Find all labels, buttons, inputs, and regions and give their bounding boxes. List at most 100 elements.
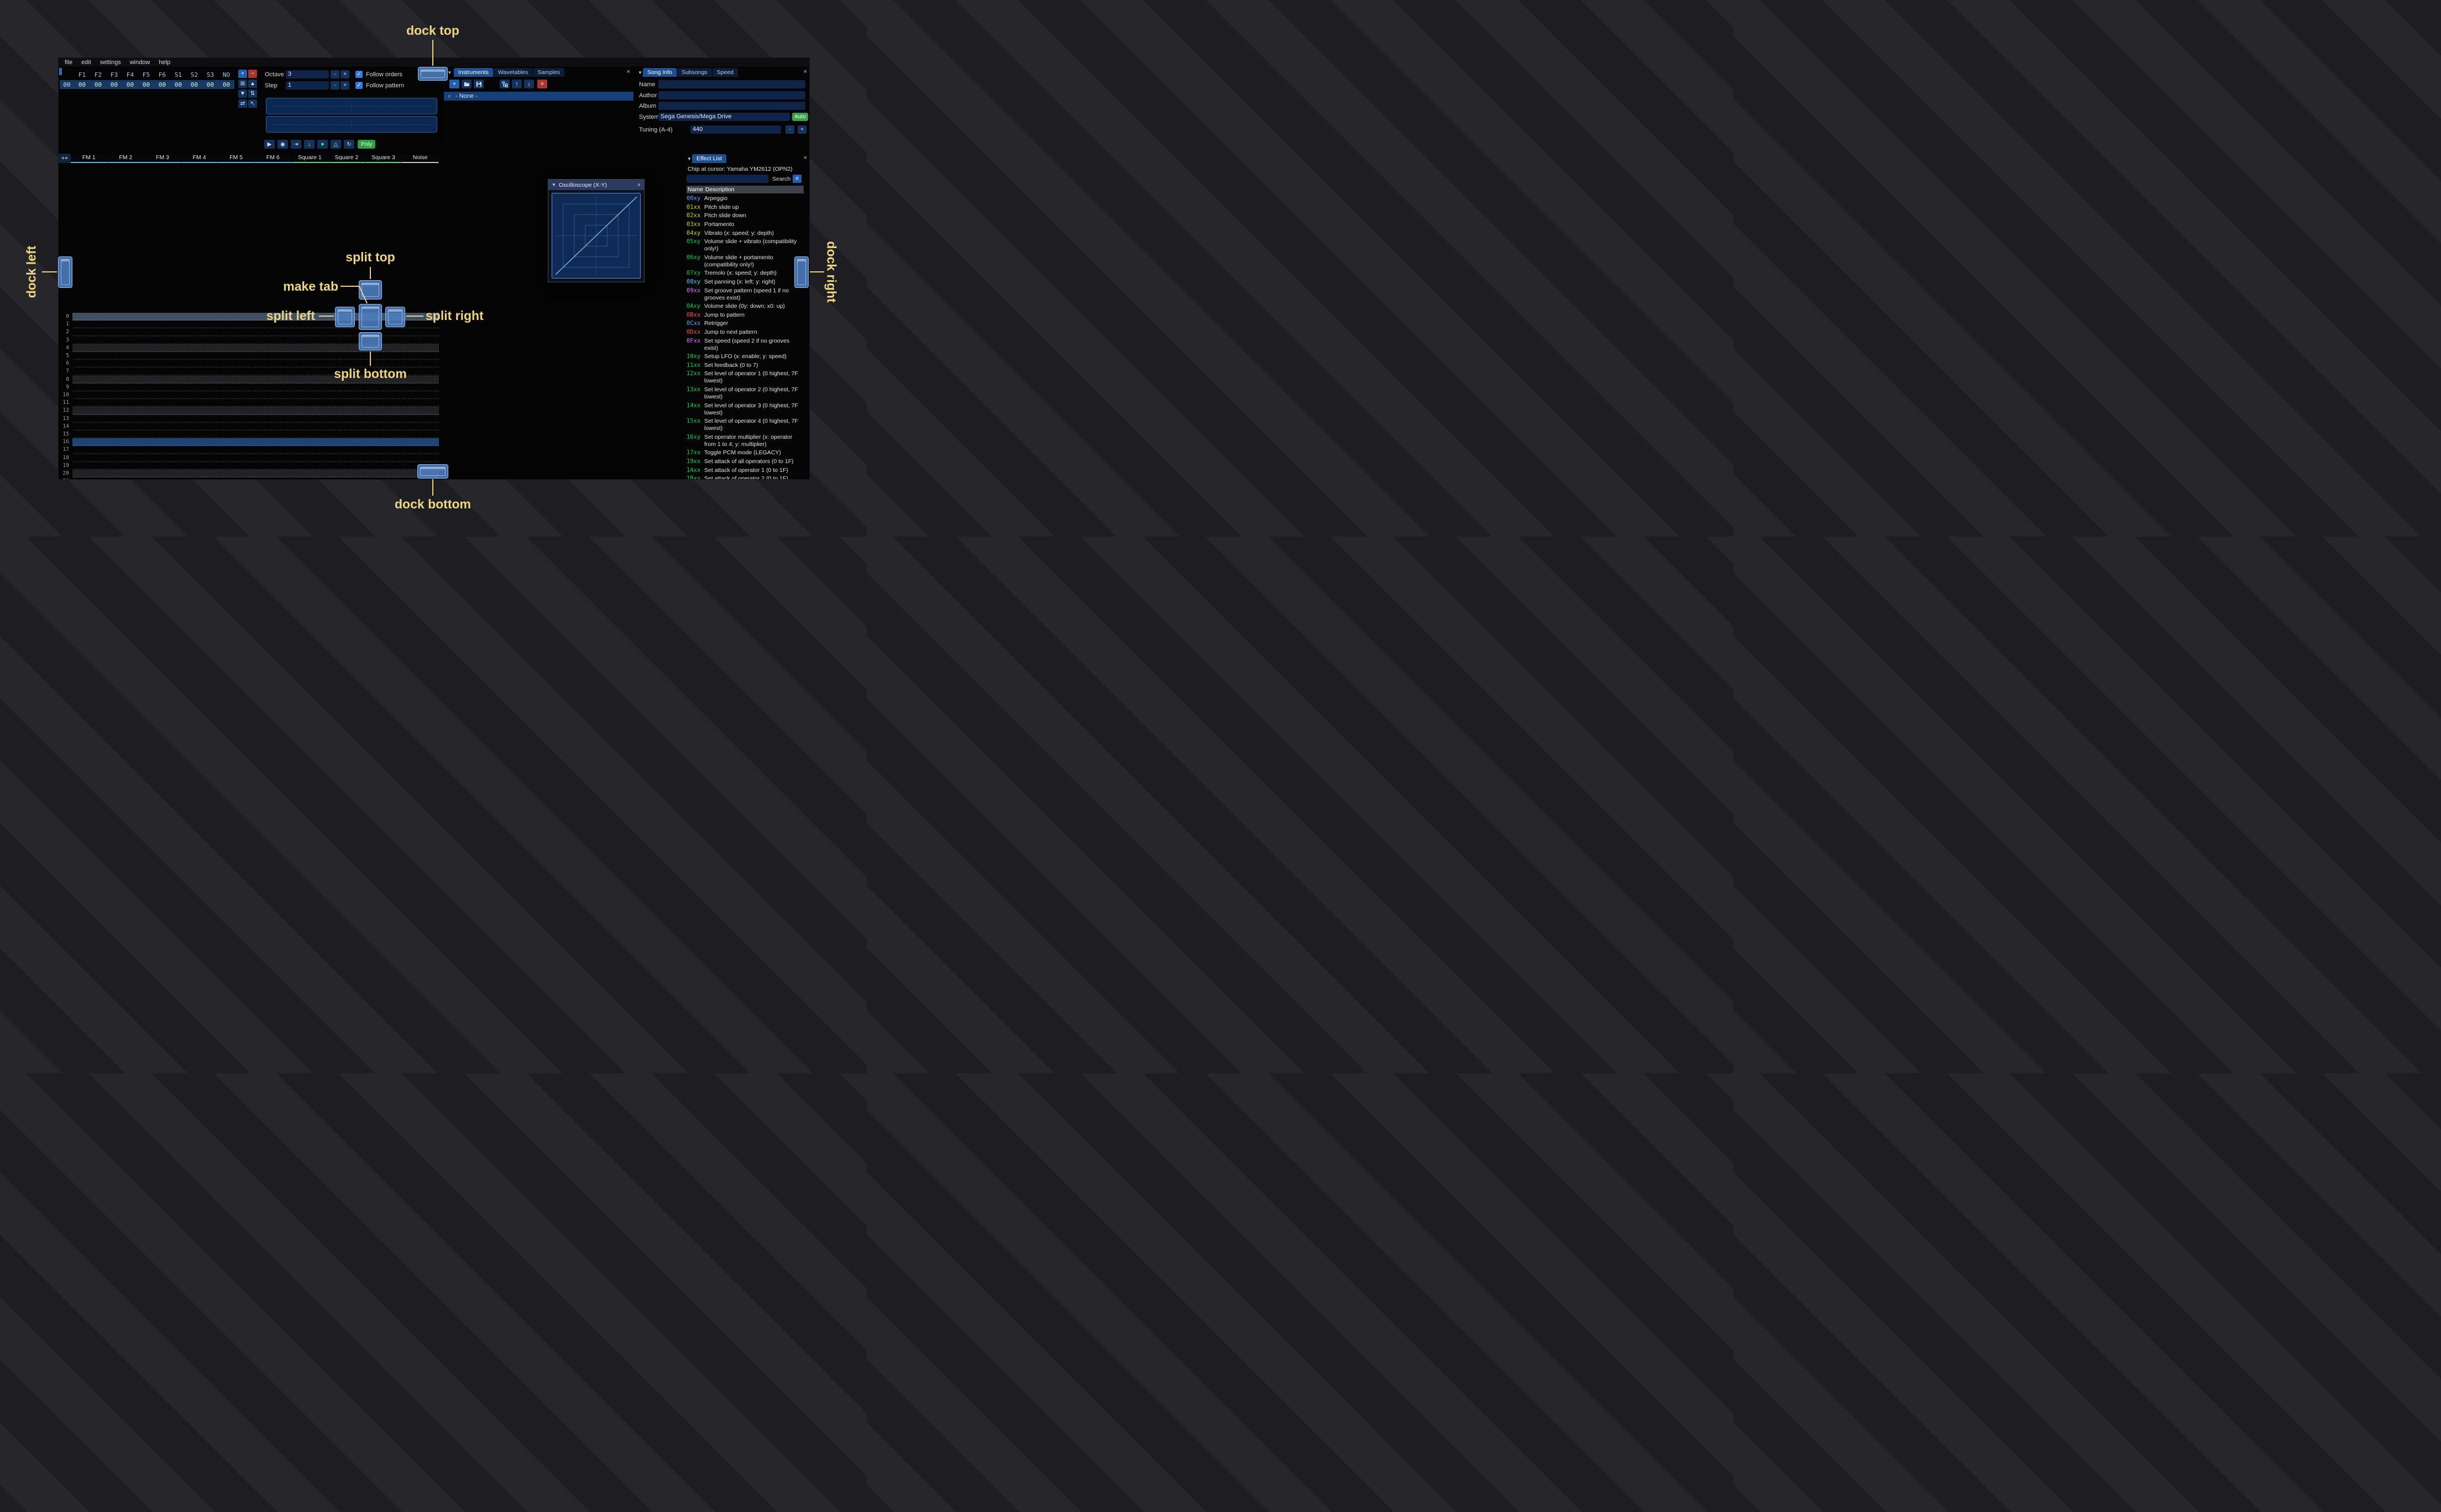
octave-input[interactable]: 3 bbox=[286, 70, 329, 78]
remove-order-button[interactable]: − bbox=[248, 70, 257, 78]
effect-search-input[interactable] bbox=[687, 175, 768, 183]
add-instrument-button[interactable]: + bbox=[449, 80, 459, 88]
split-bottom-target[interactable] bbox=[359, 332, 382, 350]
pattern-row-cells[interactable] bbox=[72, 328, 439, 337]
step-input[interactable]: 1 bbox=[286, 81, 329, 90]
close-oscilloscope-icon[interactable]: × bbox=[637, 182, 641, 188]
record-button[interactable]: ● bbox=[317, 140, 328, 149]
order-row-number[interactable]: 00 bbox=[60, 81, 74, 89]
instrument-list-item[interactable]: ○ - None - bbox=[444, 92, 633, 101]
tuning-increase-button[interactable]: + bbox=[798, 125, 806, 134]
pattern-row-cells[interactable] bbox=[72, 344, 439, 352]
pattern-row-cells[interactable] bbox=[72, 446, 439, 454]
order-cell-f1[interactable]: 00 bbox=[74, 81, 90, 89]
dock-bottom-target[interactable] bbox=[417, 464, 448, 479]
add-order-button[interactable]: + bbox=[238, 70, 247, 78]
channel-header-fm-5[interactable]: FM 5 bbox=[218, 154, 255, 163]
menu-item-settings[interactable]: settings bbox=[96, 59, 125, 66]
tab-subsongs[interactable]: Subsongs bbox=[677, 68, 712, 77]
name-input[interactable] bbox=[658, 80, 805, 88]
octave-increase-button[interactable]: + bbox=[341, 70, 349, 78]
channel-header-square-1[interactable]: Square 1 bbox=[291, 154, 329, 163]
tuning-input[interactable]: 440 bbox=[690, 125, 781, 134]
effect-list-menu-button[interactable]: ≡ bbox=[793, 175, 802, 183]
close-effect-list-icon[interactable]: × bbox=[804, 155, 807, 161]
duplicate-order-end-button[interactable]: ⇅ bbox=[248, 90, 257, 98]
channel-header-fm-1[interactable]: FM 1 bbox=[71, 154, 108, 163]
tab-instruments[interactable]: Instruments bbox=[454, 68, 493, 77]
open-instrument-button[interactable] bbox=[462, 80, 472, 88]
pattern-row-cells[interactable] bbox=[72, 313, 439, 321]
order-cell-f6[interactable]: 00 bbox=[154, 81, 170, 89]
dock-top-target[interactable] bbox=[418, 67, 448, 81]
step-one-row-button[interactable]: ↓ bbox=[304, 140, 315, 149]
menu-item-file[interactable]: file bbox=[61, 59, 76, 66]
order-edit-mode-button[interactable]: ↖ bbox=[248, 99, 257, 108]
menu-item-edit[interactable]: edit bbox=[77, 59, 95, 66]
pattern-row-cells[interactable] bbox=[72, 422, 439, 431]
pattern-row-cells[interactable] bbox=[72, 470, 439, 478]
octave-decrease-button[interactable]: - bbox=[331, 70, 339, 78]
close-song-info-icon[interactable]: × bbox=[804, 69, 807, 75]
tab-speed[interactable]: Speed bbox=[712, 68, 738, 77]
play-button[interactable]: ▶ bbox=[264, 140, 275, 149]
collapse-icon[interactable]: ▼ bbox=[552, 182, 556, 187]
order-cell-s3[interactable]: 00 bbox=[202, 81, 218, 89]
menu-item-window[interactable]: window bbox=[126, 59, 154, 66]
channel-header-fm-4[interactable]: FM 4 bbox=[181, 154, 218, 163]
pattern-row-cells[interactable] bbox=[72, 391, 439, 400]
dock-left-target[interactable] bbox=[58, 256, 72, 288]
split-top-target[interactable] bbox=[359, 280, 382, 300]
tab-wavetables[interactable]: Wavetables bbox=[493, 68, 533, 77]
metronome-button[interactable]: △ bbox=[331, 140, 341, 149]
auto-system-button[interactable]: Auto bbox=[792, 113, 808, 121]
dock-right-target[interactable] bbox=[794, 256, 809, 288]
pattern-row-cells[interactable] bbox=[72, 414, 439, 423]
pattern-row-cells[interactable] bbox=[72, 352, 439, 360]
order-cell-f2[interactable]: 00 bbox=[90, 81, 106, 89]
author-input[interactable] bbox=[658, 91, 805, 99]
move-order-up-button[interactable]: ▲ bbox=[248, 80, 257, 88]
pattern-row-cells[interactable] bbox=[72, 438, 439, 447]
move-order-down-button[interactable]: ▼ bbox=[238, 90, 247, 98]
step-decrease-button[interactable]: - bbox=[331, 81, 339, 90]
order-change-all-button[interactable]: ⇄ bbox=[238, 99, 247, 108]
channel-header-square-2[interactable]: Square 2 bbox=[328, 154, 365, 163]
order-cell-f5[interactable]: 00 bbox=[138, 81, 154, 89]
order-cell-s1[interactable]: 00 bbox=[170, 81, 186, 89]
make-tab-target[interactable] bbox=[359, 304, 382, 330]
order-cell-no[interactable]: 00 bbox=[218, 81, 234, 89]
poly-mode-button[interactable]: Poly bbox=[358, 140, 376, 149]
pattern-row-cells[interactable] bbox=[72, 431, 439, 439]
add-channel-button[interactable]: ++ bbox=[59, 154, 71, 163]
close-instruments-icon[interactable]: × bbox=[627, 69, 630, 75]
delete-instrument-button[interactable]: × bbox=[537, 80, 547, 88]
system-input[interactable]: Sega Genesis/Mega Drive bbox=[658, 113, 790, 121]
pattern-row-cells[interactable] bbox=[72, 477, 439, 479]
order-cell-f3[interactable]: 00 bbox=[106, 81, 122, 89]
pattern-row-cells[interactable] bbox=[72, 399, 439, 407]
save-instrument-button[interactable] bbox=[474, 80, 484, 88]
follow-orders-checkbox[interactable]: ✓ bbox=[355, 71, 363, 78]
repeat-pattern-button[interactable]: ↻ bbox=[344, 140, 354, 149]
duplicate-order-button[interactable]: ⊞ bbox=[238, 80, 247, 88]
step-increase-button[interactable]: + bbox=[341, 81, 349, 90]
move-instrument-down-button[interactable]: ↓ bbox=[524, 80, 534, 88]
channel-header-fm-2[interactable]: FM 2 bbox=[107, 154, 145, 163]
pattern-row-cells[interactable] bbox=[72, 383, 439, 391]
split-right-target[interactable] bbox=[385, 307, 405, 327]
tab-effect-list[interactable]: Effect List bbox=[692, 154, 726, 163]
channel-header-noise[interactable]: Noise bbox=[402, 154, 439, 163]
pattern-row-cells[interactable] bbox=[72, 321, 439, 329]
album-input[interactable] bbox=[658, 102, 805, 110]
column-header-name[interactable]: Name bbox=[687, 186, 704, 193]
move-instrument-up-button[interactable]: ↑ bbox=[512, 80, 522, 88]
column-header-description[interactable]: Description bbox=[704, 186, 735, 193]
play-pattern-button[interactable]: ◉ bbox=[277, 140, 288, 149]
pattern-row-cells[interactable] bbox=[72, 407, 439, 415]
tab-song-info[interactable]: Song Info bbox=[643, 68, 677, 77]
tab-samples[interactable]: Samples bbox=[533, 68, 565, 77]
oscilloscope-xy-titlebar[interactable]: ▼ Oscilloscope (X-Y) × bbox=[548, 180, 644, 190]
pattern-row-cells[interactable] bbox=[72, 461, 439, 470]
menu-item-help[interactable]: help bbox=[155, 59, 174, 66]
